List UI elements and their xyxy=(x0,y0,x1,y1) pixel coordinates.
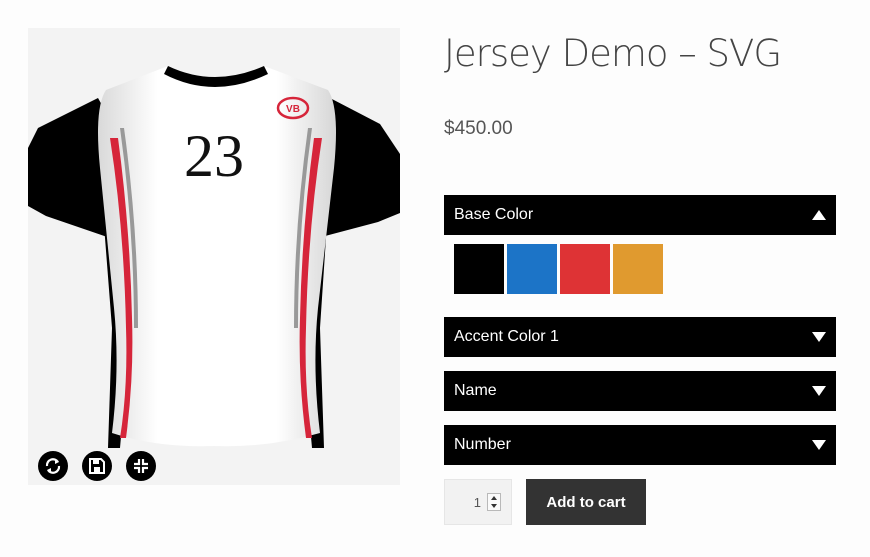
accordion-number-label: Number xyxy=(454,436,511,453)
caret-down-icon xyxy=(812,440,826,450)
jersey-number: 23 xyxy=(184,123,244,189)
caret-down-icon xyxy=(812,386,826,396)
add-to-cart-button[interactable]: Add to cart xyxy=(526,479,646,525)
jersey-image: VB 23 xyxy=(28,66,400,448)
preview-toolbar xyxy=(38,451,156,481)
jersey-preview: VB 23 xyxy=(28,28,400,485)
accordion-accent-color-1-label: Accent Color 1 xyxy=(454,328,559,345)
swatch-orange[interactable] xyxy=(613,244,663,294)
caret-up-icon xyxy=(812,210,826,220)
swatch-red[interactable] xyxy=(560,244,610,294)
swatch-black[interactable] xyxy=(454,244,504,294)
product-title: Jersey Demo – SVG xyxy=(444,32,782,75)
accordion-name[interactable]: Name xyxy=(444,371,836,411)
product-price: $450.00 xyxy=(444,118,513,139)
swatch-blue[interactable] xyxy=(507,244,557,294)
caret-down-icon xyxy=(812,332,826,342)
product-page: VB 23 Jersey Demo – SVG $450.00 Base Col… xyxy=(0,0,870,557)
base-color-swatches xyxy=(454,244,663,294)
accordion-base-color-label: Base Color xyxy=(454,206,534,223)
save-icon[interactable] xyxy=(82,451,112,481)
accordion-name-label: Name xyxy=(454,382,497,399)
jersey-logo: VB xyxy=(286,104,300,115)
fullscreen-exit-icon[interactable] xyxy=(126,451,156,481)
spinner-arrows-icon[interactable] xyxy=(487,493,501,511)
quantity-value[interactable]: 1 xyxy=(445,495,485,510)
accordion-number[interactable]: Number xyxy=(444,425,836,465)
reset-icon[interactable] xyxy=(38,451,68,481)
accordion-base-color[interactable]: Base Color xyxy=(444,195,836,235)
quantity-stepper[interactable]: 1 xyxy=(444,479,512,525)
accordion-accent-color-1[interactable]: Accent Color 1 xyxy=(444,317,836,357)
